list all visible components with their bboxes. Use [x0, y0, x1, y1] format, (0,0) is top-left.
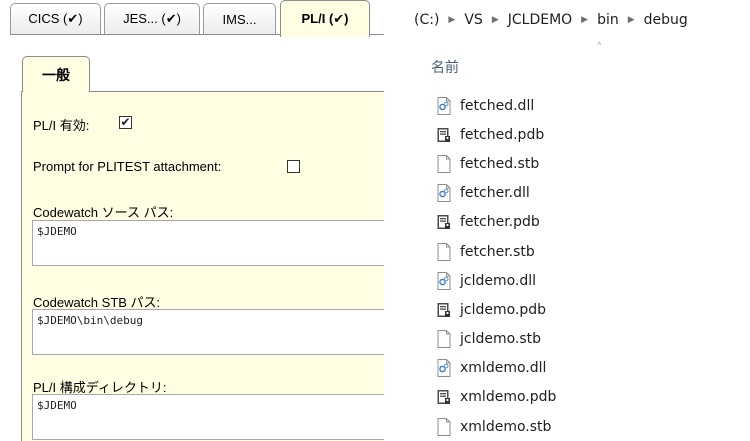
file-name: fetcher.dll: [460, 185, 530, 202]
file-row[interactable]: xmldemo.dll: [434, 354, 750, 383]
blank-file-icon: [434, 154, 454, 174]
file-name: xmldemo.pdb: [460, 389, 557, 406]
chevron-right-icon: ▶: [491, 15, 499, 25]
codewatch-source-input[interactable]: $JDEMO: [32, 220, 384, 266]
file-name: jcldemo.dll: [460, 272, 537, 289]
dll-file-icon: [434, 96, 454, 116]
pdb-file-icon: [434, 212, 454, 232]
file-row[interactable]: fetcher.pdb: [434, 208, 750, 237]
file-name: jcldemo.pdb: [460, 301, 547, 318]
tab-ims[interactable]: IMS...: [203, 3, 276, 34]
file-row[interactable]: fetcher.stb: [434, 237, 750, 266]
file-name: jcldemo.stb: [460, 331, 542, 348]
blank-file-icon: [434, 329, 454, 349]
file-row[interactable]: jcldemo.stb: [434, 325, 750, 354]
file-name: fetched.pdb: [460, 126, 545, 143]
file-name: xmldemo.dll: [460, 360, 547, 377]
breadcrumb-drive[interactable]: (C:): [414, 12, 439, 28]
dll-file-icon: [434, 358, 454, 378]
file-row[interactable]: xmldemo.stb: [434, 412, 750, 441]
breadcrumb-debug[interactable]: debug: [644, 12, 688, 28]
tab-jes[interactable]: JES... (✔): [104, 3, 200, 34]
chevron-right-icon: ▶: [448, 15, 456, 25]
file-row[interactable]: jcldemo.pdb: [434, 295, 750, 324]
pdb-file-icon: [434, 387, 454, 407]
pdb-file-icon: [434, 300, 454, 320]
dll-file-icon: [434, 271, 454, 291]
file-explorer: (C:) ▶ VS ▶ JCLDEMO ▶ bin ▶ debug ^ 名前 f…: [400, 0, 750, 441]
breadcrumb-bin[interactable]: bin: [597, 12, 619, 28]
file-name: fetcher.stb: [460, 243, 535, 260]
subtab-general[interactable]: 一般: [22, 56, 90, 92]
properties-panel: CICS (✔) JES... (✔) IMS... PL/I (✔) 一般 P…: [0, 0, 384, 441]
file-row[interactable]: fetched.pdb: [434, 120, 750, 149]
plitest-prompt-checkbox[interactable]: [287, 160, 300, 173]
pli-config-dir-input[interactable]: $JDEMO: [32, 394, 384, 440]
breadcrumb[interactable]: (C:) ▶ VS ▶ JCLDEMO ▶ bin ▶ debug: [414, 12, 688, 28]
blank-file-icon: [434, 242, 454, 262]
pli-enabled-label: PL/I 有効:: [33, 118, 90, 133]
codewatch-source-label: Codewatch ソース パス:: [33, 205, 174, 220]
pdb-file-icon: [434, 125, 454, 145]
plitest-prompt-label: Prompt for PLITEST attachment:: [33, 159, 222, 174]
pli-settings-pane: PL/I 有効: ✔ Prompt for PLITEST attachment…: [21, 91, 384, 441]
tab-pli[interactable]: PL/I (✔): [280, 0, 370, 37]
breadcrumb-vs[interactable]: VS: [464, 12, 482, 28]
name-column-header[interactable]: 名前: [431, 57, 459, 77]
tab-cics[interactable]: CICS (✔): [10, 3, 101, 34]
dll-file-icon: [434, 183, 454, 203]
file-name: fetched.stb: [460, 155, 540, 172]
sort-ascending-icon: ^: [597, 40, 602, 50]
codewatch-stb-input[interactable]: $JDEMO\bin\debug: [32, 309, 384, 355]
file-name: xmldemo.stb: [460, 418, 552, 435]
file-row[interactable]: fetcher.dll: [434, 179, 750, 208]
chevron-right-icon: ▶: [581, 15, 589, 25]
file-row[interactable]: fetched.stb: [434, 149, 750, 178]
blank-file-icon: [434, 417, 454, 437]
file-name: fetched.dll: [460, 97, 535, 114]
file-row[interactable]: jcldemo.dll: [434, 266, 750, 295]
file-name: fetcher.pdb: [460, 214, 540, 231]
chevron-right-icon: ▶: [627, 15, 635, 25]
breadcrumb-jcldemo[interactable]: JCLDEMO: [508, 12, 572, 28]
file-row[interactable]: xmldemo.pdb: [434, 383, 750, 412]
file-list: fetched.dll fetched.pdb fetched.stb fetcher…: [434, 91, 750, 441]
file-row[interactable]: fetched.dll: [434, 91, 750, 120]
pli-enabled-checkbox[interactable]: ✔: [119, 116, 132, 129]
